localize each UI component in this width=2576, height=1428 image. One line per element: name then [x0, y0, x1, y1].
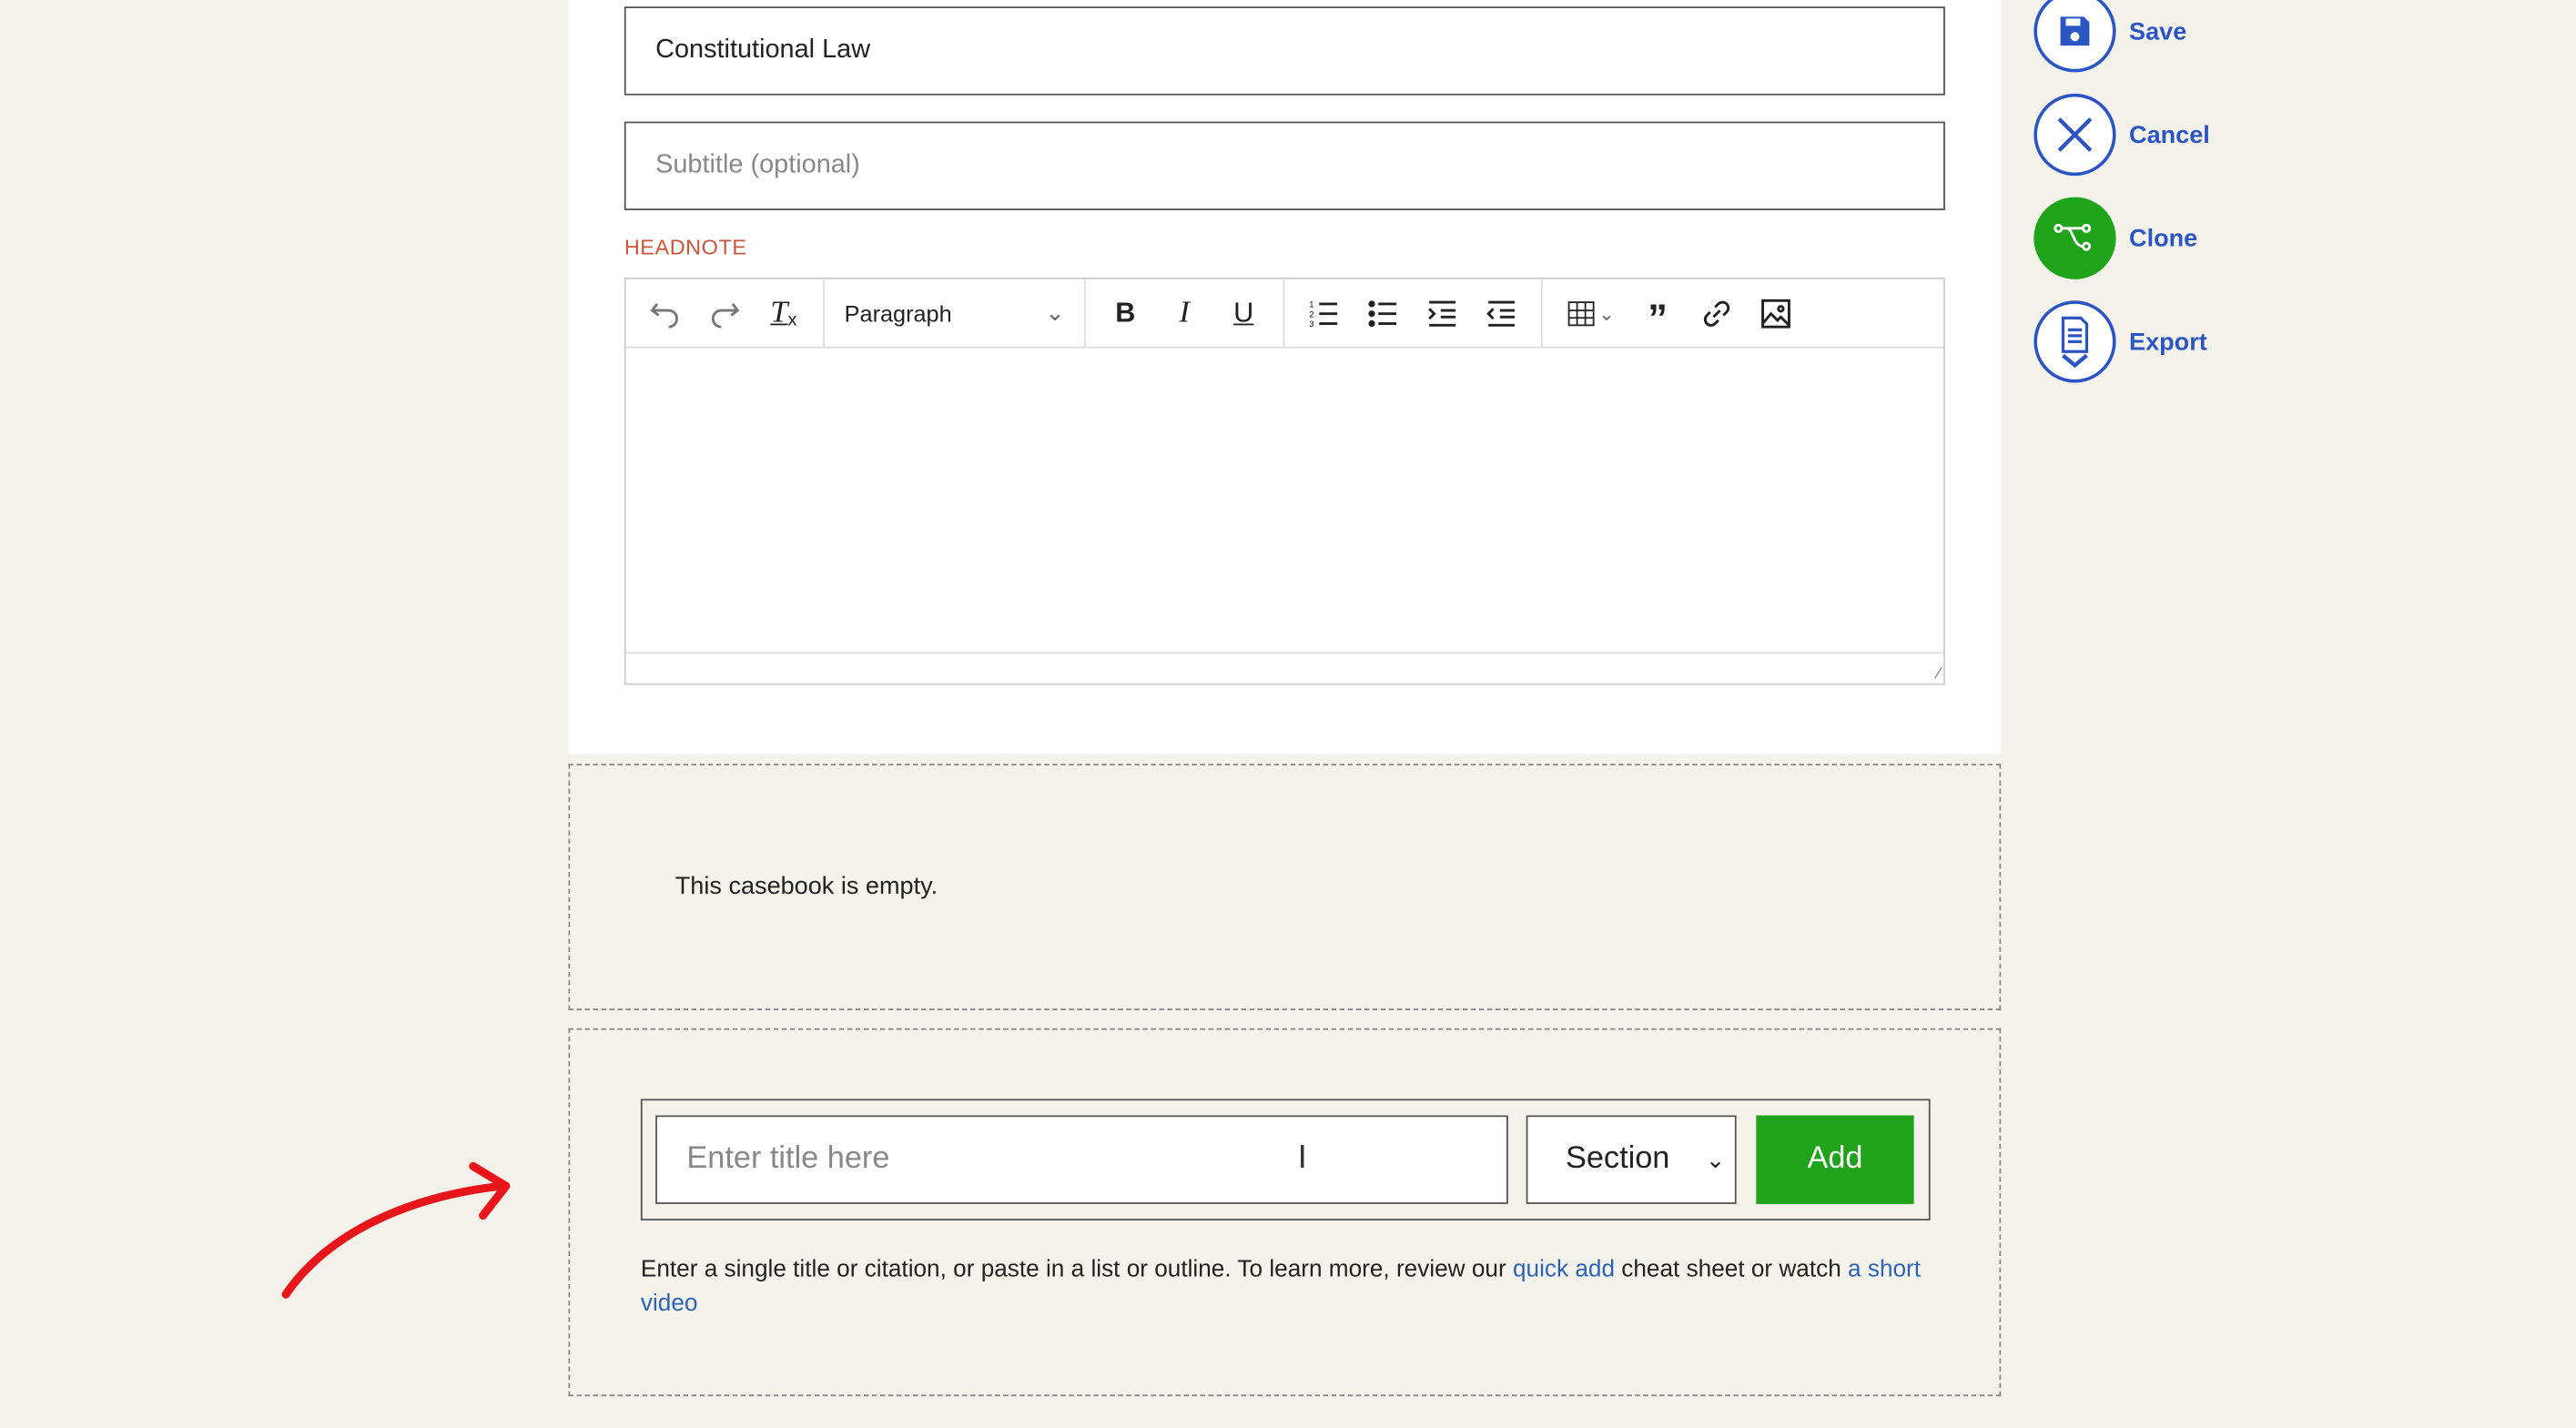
numbered-list-icon[interactable]: 123: [1294, 289, 1354, 338]
quick-add-help: Enter a single title or citation, or pas…: [640, 1256, 1922, 1318]
outdent-icon[interactable]: [1472, 289, 1531, 338]
blockquote-icon[interactable]: ”: [1628, 282, 1688, 345]
subtitle-input[interactable]: Subtitle (optional): [624, 121, 1945, 211]
empty-message: This casebook is empty.: [674, 872, 938, 901]
annotation-arrow-icon: [281, 1161, 511, 1299]
add-button[interactable]: Add: [1756, 1115, 1914, 1204]
italic-icon[interactable]: I: [1155, 289, 1214, 338]
redo-icon[interactable]: [695, 289, 754, 338]
casebook-contents: This casebook is empty.: [568, 764, 2002, 1010]
undo-icon[interactable]: [635, 289, 695, 338]
svg-text:1: 1: [1309, 299, 1313, 309]
svg-text:2: 2: [1309, 309, 1313, 318]
chevron-down-icon: ⌄: [1705, 1145, 1726, 1172]
text-cursor-icon: I: [1297, 1139, 1307, 1177]
block-format-dropdown[interactable]: Paragraph ⌄: [835, 299, 1075, 327]
editor-toolbar: Tx Paragraph ⌄ B I U 123 ⌄ ”: [625, 279, 1944, 349]
chevron-down-icon: ⌄: [1045, 299, 1065, 326]
type-select[interactable]: Section ⌄: [1526, 1115, 1737, 1204]
title-input[interactable]: Constitutional Law: [624, 6, 1945, 96]
clone-button[interactable]: Clone: [2033, 197, 2197, 279]
export-button[interactable]: Export: [2033, 300, 2207, 383]
close-icon: [2033, 93, 2116, 177]
quick-add-link[interactable]: quick add: [1513, 1257, 1615, 1283]
save-icon: [2033, 0, 2116, 73]
svg-text:3: 3: [1309, 319, 1313, 328]
export-icon: [2033, 300, 2116, 383]
resize-handle-icon[interactable]: ∕: [1937, 665, 1940, 684]
editor-statusbar: ∕: [625, 652, 1944, 684]
image-icon[interactable]: [1747, 289, 1806, 338]
cancel-button[interactable]: Cancel: [2033, 93, 2210, 177]
clone-icon: [2033, 197, 2116, 279]
clear-formatting-icon[interactable]: Tx: [754, 289, 813, 338]
headnote-editor[interactable]: Tx Paragraph ⌄ B I U 123 ⌄ ” ∕: [624, 278, 1945, 685]
headnote-label: HEADNOTE: [624, 235, 747, 260]
bold-icon[interactable]: B: [1096, 289, 1155, 338]
underline-icon[interactable]: U: [1214, 289, 1273, 338]
quick-add-title-input[interactable]: Enter title here I: [655, 1115, 1508, 1204]
bullet-list-icon[interactable]: [1354, 289, 1413, 338]
indent-icon[interactable]: [1413, 289, 1472, 338]
save-button[interactable]: Save: [2033, 0, 2186, 73]
link-icon[interactable]: [1688, 289, 1747, 338]
table-icon[interactable]: ⌄: [1553, 289, 1628, 338]
